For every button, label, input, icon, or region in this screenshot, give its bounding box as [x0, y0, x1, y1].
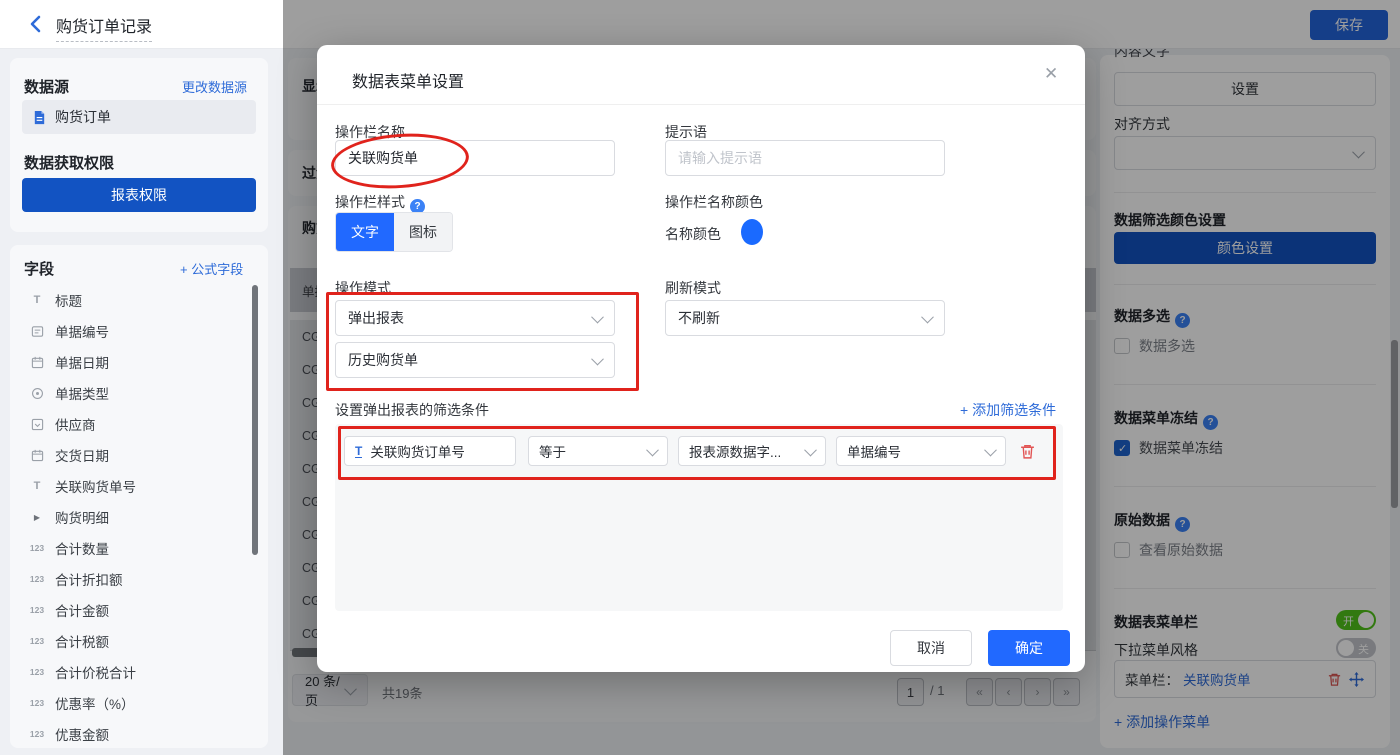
fields-label: 字段: [24, 258, 54, 279]
modal-title: 数据表菜单设置: [352, 68, 464, 92]
mode-select[interactable]: 弹出报表: [335, 300, 615, 336]
number-icon: 123: [28, 729, 46, 739]
number-icon: 123: [28, 543, 46, 553]
action-name-input[interactable]: [335, 140, 615, 176]
app-window: 显示字段 过滤条件 购货订单 单据编 CGDD2CGDD2CGDD2CGDD2C…: [0, 0, 1400, 755]
field-list-item[interactable]: 单据类型: [28, 383, 109, 403]
color-swatch[interactable]: [741, 219, 763, 245]
change-datasource-link[interactable]: 更改数据源: [182, 77, 247, 96]
mode-label: 操作模式: [335, 278, 391, 298]
tip-input[interactable]: [665, 140, 945, 176]
page-title: 购货订单记录: [56, 13, 152, 42]
radio-icon: [28, 387, 46, 400]
filter-field-box[interactable]: T 关联购货订单号: [344, 436, 516, 466]
filter-value-select[interactable]: 单据编号: [836, 436, 1006, 466]
number-icon: 123: [28, 574, 46, 584]
name-color-label: 操作栏名称颜色: [665, 192, 763, 212]
field-list-item[interactable]: 123 合计数量: [28, 538, 109, 558]
text-icon: T: [28, 480, 46, 492]
field-list-item[interactable]: T 标题: [28, 290, 82, 310]
chevron-down-icon: [921, 310, 934, 323]
chevron-down-icon: [804, 443, 817, 456]
datasource-label: 数据源: [24, 76, 69, 97]
field-list-item[interactable]: 单据日期: [28, 352, 109, 372]
refresh-select[interactable]: 不刷新: [665, 300, 945, 336]
caret-right-icon: ▶: [28, 513, 46, 522]
number-icon: 123: [28, 698, 46, 708]
field-list-item[interactable]: ▶ 购货明细: [28, 507, 109, 527]
close-icon[interactable]: ✕: [1044, 64, 1058, 84]
field-list-item[interactable]: 供应商: [28, 414, 96, 434]
style-segmented-control: 文字 图标: [335, 212, 453, 252]
text-type-icon: T: [355, 445, 362, 458]
datasource-item[interactable]: 购货订单: [22, 100, 256, 134]
style-icon-option[interactable]: 图标: [394, 213, 452, 251]
add-filter-link[interactable]: + 添加筛选条件: [960, 400, 1056, 420]
tip-label: 提示语: [665, 122, 707, 142]
filter-section-label: 设置弹出报表的筛选条件: [335, 400, 489, 420]
title-icon: T: [28, 294, 46, 306]
chevron-down-icon: [646, 443, 659, 456]
trash-icon[interactable]: [1018, 442, 1036, 460]
field-list-item[interactable]: 123 合计税额: [28, 631, 109, 651]
chevron-down-icon: [984, 443, 997, 456]
chevron-down-icon: [591, 352, 604, 365]
field-list-item[interactable]: 交货日期: [28, 445, 109, 465]
field-list-item[interactable]: 123 合计价税合计: [28, 662, 136, 682]
modal-header-divider: [317, 104, 1085, 105]
mode-report-select[interactable]: 历史购货单: [335, 342, 615, 378]
field-list-item[interactable]: 123 优惠率（%）: [28, 693, 135, 713]
name-color-text: 名称颜色: [665, 224, 721, 244]
number-icon: 123: [28, 636, 46, 646]
fields-scrollbar[interactable]: [252, 285, 258, 555]
style-text-option[interactable]: 文字: [336, 213, 394, 251]
ok-button[interactable]: 确定: [988, 630, 1070, 666]
calendar-icon: [28, 449, 46, 462]
field-list-item[interactable]: 123 合计折扣额: [28, 569, 123, 589]
number-icon: 123: [28, 605, 46, 615]
calendar-icon: [28, 356, 46, 369]
document-blue-icon: [32, 110, 47, 125]
add-formula-field-link[interactable]: + 公式字段: [180, 259, 243, 278]
field-list-item[interactable]: 123 合计金额: [28, 600, 109, 620]
report-permission-button[interactable]: 报表权限: [22, 178, 256, 212]
field-list-item[interactable]: T 关联购货单号: [28, 476, 136, 496]
action-name-label: 操作栏名称: [335, 122, 405, 142]
select-icon: [28, 418, 46, 431]
back-icon[interactable]: [26, 14, 46, 34]
filter-source-select[interactable]: 报表源数据字...: [678, 436, 826, 466]
field-list-item[interactable]: 单据编号: [28, 321, 109, 341]
document-icon: [28, 325, 46, 338]
cancel-button[interactable]: 取消: [890, 630, 972, 666]
style-label: 操作栏样式?: [335, 192, 425, 214]
field-list-item[interactable]: 123 优惠金额: [28, 724, 109, 744]
refresh-label: 刷新模式: [665, 278, 721, 298]
filter-operator-select[interactable]: 等于: [528, 436, 668, 466]
chevron-down-icon: [591, 310, 604, 323]
permission-label: 数据获取权限: [24, 152, 114, 173]
number-icon: 123: [28, 667, 46, 677]
